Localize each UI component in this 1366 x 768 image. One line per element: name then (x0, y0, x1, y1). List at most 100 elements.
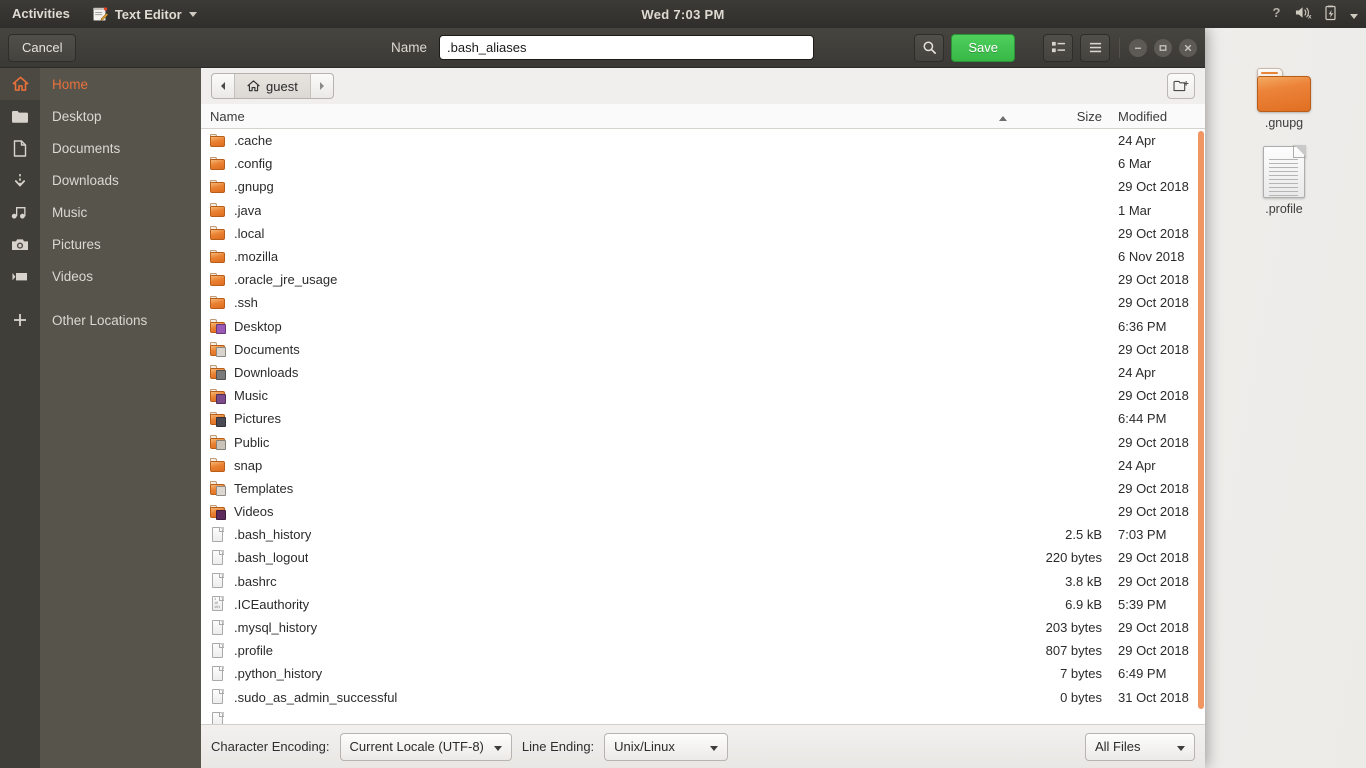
chevron-down-icon (1350, 13, 1358, 19)
table-row[interactable]: Downloads 24 Apr (201, 361, 1205, 384)
table-row[interactable]: .bashrc 3.8 kB 29 Oct 2018 (201, 570, 1205, 593)
scrollbar-thumb[interactable] (1198, 131, 1204, 709)
file-name-cell (201, 712, 1015, 724)
table-row[interactable]: Music 29 Oct 2018 (201, 384, 1205, 407)
table-row[interactable]: 1 10 101 .ICEauthority 6.9 kB 5:39 PM (201, 593, 1205, 616)
minimize-button[interactable] (1129, 38, 1147, 57)
file-name-cell: .profile (201, 642, 1015, 659)
table-row[interactable]: Documents 29 Oct 2018 (201, 338, 1205, 361)
table-row[interactable]: .bash_logout 220 bytes 29 Oct 2018 (201, 546, 1205, 569)
table-row[interactable]: .oracle_jre_usage 29 Oct 2018 (201, 268, 1205, 291)
binary-file-icon: 1 10 101 (210, 596, 226, 612)
table-row[interactable]: .sudo_as_admin_successful 0 bytes 31 Oct 2… (201, 686, 1205, 709)
file-icon (210, 712, 226, 724)
sidebar-item-other-locations-icon-cell[interactable] (0, 304, 40, 336)
svg-text:x: x (1308, 14, 1312, 20)
table-row[interactable]: snap 24 Apr (201, 454, 1205, 477)
desktop-icon-profile[interactable]: .profile (1237, 145, 1331, 216)
sidebar-item-documents[interactable]: Documents (40, 132, 201, 164)
sidebar-item-home-icon-cell[interactable] (0, 68, 40, 100)
file-modified-cell: 29 Oct 2018 (1118, 550, 1189, 566)
sidebar-item-videos-icon-cell[interactable] (0, 260, 40, 292)
close-button[interactable] (1179, 38, 1197, 57)
battery-button[interactable] (1324, 5, 1338, 24)
volume-button[interactable]: x (1295, 5, 1312, 23)
folder-icon (210, 202, 226, 218)
table-row[interactable]: .mozilla 6 Nov 2018 (201, 245, 1205, 268)
table-row[interactable]: .python_history 7 bytes 6:49 PM (201, 662, 1205, 685)
table-row[interactable]: Pictures 6:44 PM (201, 407, 1205, 430)
column-header-size[interactable]: Size (1015, 109, 1110, 124)
table-row[interactable]: Public 29 Oct 2018 (201, 430, 1205, 453)
sidebar-item-other-locations[interactable]: Other Locations (40, 304, 201, 336)
folder-icon (210, 364, 226, 381)
sidebar-item-pictures-icon-cell[interactable] (0, 228, 40, 260)
breadcrumb-label: guest (266, 78, 298, 94)
save-button[interactable]: Save (951, 33, 1015, 62)
file-name-label: .oracle_jre_usage (234, 272, 338, 288)
file-name-cell: Pictures (201, 411, 1015, 427)
file-name-label: .profile (234, 643, 274, 659)
table-row[interactable]: Templates 29 Oct 2018 (201, 477, 1205, 500)
encoding-select[interactable]: Current Locale (UTF-8) (339, 732, 512, 761)
folder-icon (210, 457, 226, 473)
view-toggle-button[interactable] (1043, 33, 1073, 62)
file-filter-select[interactable]: All Files (1085, 732, 1195, 761)
table-row[interactable]: .ssh 29 Oct 2018 (201, 291, 1205, 314)
file-size-cell: 0 bytes (1060, 689, 1102, 705)
file-list-scrollbar[interactable] (1198, 129, 1204, 724)
cancel-button[interactable]: Cancel (8, 33, 77, 62)
path-back-button[interactable] (212, 74, 234, 98)
sidebar-item-home[interactable]: Home (40, 68, 201, 100)
close-icon (1184, 44, 1192, 51)
table-row[interactable]: .local 29 Oct 2018 (201, 222, 1205, 245)
desktop-icon-area: .gnupg .profile (1236, 68, 1332, 216)
sidebar-item-downloads-icon-cell[interactable] (0, 164, 40, 196)
app-menu-button[interactable]: Text Editor (82, 6, 207, 22)
help-button[interactable]: ? (1270, 5, 1283, 23)
sidebar-item-desktop-icon-cell[interactable] (0, 100, 40, 132)
desktop-icon-gnupg[interactable]: .gnupg (1237, 68, 1331, 130)
column-header-modified[interactable]: Modified (1110, 109, 1205, 124)
folder-icon (210, 156, 226, 172)
file-name-cell: .bashrc (201, 573, 1015, 589)
search-icon (923, 41, 936, 54)
table-row[interactable]: .config 6 Mar (201, 152, 1205, 175)
table-row[interactable]: .mysql_history 203 bytes 29 Oct 2018 (201, 616, 1205, 639)
breadcrumb-guest[interactable]: guest (234, 74, 311, 98)
column-header-name[interactable]: Name (201, 109, 1015, 124)
menu-button[interactable] (1080, 33, 1110, 62)
sidebar-item-music[interactable]: Music (40, 196, 201, 228)
table-row[interactable]: Desktop 6:36 PM (201, 315, 1205, 338)
sidebar-item-downloads[interactable]: Downloads (40, 164, 201, 196)
maximize-icon (1159, 44, 1167, 51)
app-menu-label: Text Editor (114, 6, 182, 22)
line-ending-select[interactable]: Unix/Linux (604, 732, 729, 761)
new-folder-button[interactable] (1167, 73, 1195, 99)
path-forward-button[interactable] (311, 74, 333, 98)
name-input[interactable] (439, 35, 814, 60)
folder-icon (210, 225, 226, 241)
sidebar-item-videos[interactable]: Videos (40, 260, 201, 292)
table-row[interactable]: .cache 24 Apr (201, 129, 1205, 152)
table-row[interactable] (201, 709, 1205, 724)
table-row[interactable]: .gnupg 29 Oct 2018 (201, 175, 1205, 198)
table-row[interactable]: .profile 807 bytes 29 Oct 2018 (201, 639, 1205, 662)
file-name-cell: .bash_logout (201, 549, 1015, 566)
activities-button[interactable]: Activities (0, 0, 82, 28)
table-row[interactable]: .bash_history 2.5 kB 7:03 PM (201, 523, 1205, 546)
table-row[interactable]: .java 1 Mar (201, 199, 1205, 222)
system-menu-button[interactable] (1350, 7, 1358, 22)
sidebar-item-documents-icon-cell[interactable] (0, 132, 40, 164)
sidebar-item-music-icon-cell[interactable] (0, 196, 40, 228)
file-modified-cell: 29 Oct 2018 (1118, 573, 1189, 589)
file-list-rows[interactable]: .cache 24 Apr .config 6 Mar .gnupg 29 Oct 201… (201, 129, 1205, 724)
sidebar-item-desktop[interactable]: Desktop (40, 100, 201, 132)
desktop-icon-label: .gnupg (1264, 116, 1304, 130)
sidebar-item-pictures[interactable]: Pictures (40, 228, 201, 260)
table-row[interactable]: Videos 29 Oct 2018 (201, 500, 1205, 523)
line-ending-label: Line Ending: (521, 739, 595, 754)
file-modified-cell: 24 Apr (1118, 364, 1156, 380)
search-button[interactable] (914, 33, 945, 62)
maximize-button[interactable] (1154, 38, 1172, 57)
